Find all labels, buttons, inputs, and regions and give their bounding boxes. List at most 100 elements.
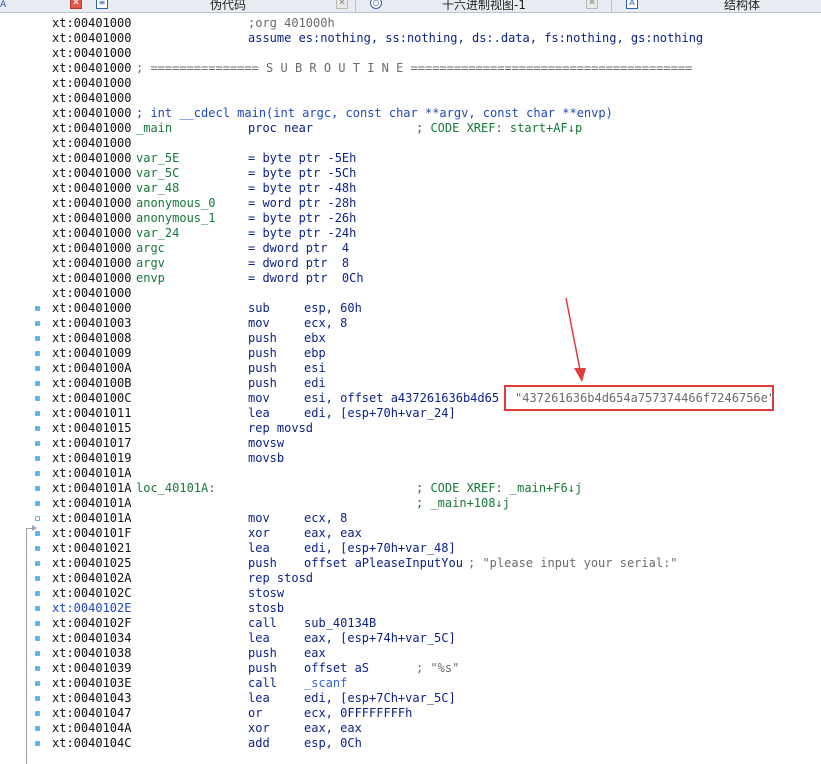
breakpoint-dot[interactable] [35,621,40,626]
breakpoint-dot[interactable] [35,441,40,446]
listing-line[interactable]: xt:00401000 envp = dword ptr 0Ch [52,271,821,286]
breakpoint-dot[interactable] [35,351,40,356]
breakpoint-dot[interactable] [35,501,40,506]
breakpoint-dot[interactable] [35,651,40,656]
listing-line[interactable]: xt:0040101F xor eax, eax [52,526,821,541]
breakpoint-dot[interactable] [35,456,40,461]
listing-line[interactable]: xt:00401000 [52,136,821,151]
breakpoint-dot[interactable] [35,381,40,386]
tab-structures[interactable]: A 结构体 [620,0,821,12]
breakpoint-dot[interactable] [35,606,40,611]
operand[interactable]: sub_40134B [304,616,376,631]
breakpoint-dot[interactable] [35,471,40,476]
listing-line[interactable]: xt:00401003 mov ecx, 8 [52,316,821,331]
breakpoint-dot[interactable] [35,696,40,701]
stack-var-name[interactable]: anonymous_0 [136,196,215,211]
breakpoint-dot[interactable] [35,531,40,536]
listing-line[interactable]: xt:0040104A xor eax, eax [52,721,821,736]
listing-line[interactable]: xt:00401000 var_24 = byte ptr -24h [52,226,821,241]
listing-line[interactable]: xt:00401017 movsw [52,436,821,451]
listing-line[interactable]: xt:00401021 lea edi, [esp+70h+var_48] [52,541,821,556]
listing-line[interactable]: xt:00401000 ;org 401000h [52,16,821,31]
listing-line[interactable]: xt:00401039 push offset aS ; "%s" [52,661,821,676]
operand[interactable]: esi, offset a437261636b4d65 [304,391,499,406]
listing-line[interactable]: xt:00401015 rep movsd [52,421,821,436]
breakpoint-dot[interactable] [35,726,40,731]
listing-line[interactable]: xt:00401000 [52,46,821,61]
stack-var-name[interactable]: var_5C [136,166,179,181]
listing-line[interactable]: xt:00401000 var_5E = byte ptr -5Eh [52,151,821,166]
listing-line[interactable]: xt:00401009 push ebp [52,346,821,361]
listing-line[interactable]: xt:00401000 argv = dword ptr 8 [52,256,821,271]
listing-line[interactable]: xt:00401000 _main proc near ; CODE XREF: st… [52,121,821,136]
listing-line[interactable]: xt:00401000 anonymous_1 = byte ptr -26h [52,211,821,226]
listing-line[interactable]: xt:00401000 var_5C = byte ptr -5Ch [52,166,821,181]
stack-var-name[interactable]: var_48 [136,181,179,196]
listing-line[interactable]: xt:00401000 sub esp, 60h [52,301,821,316]
listing-line[interactable]: xt:0040104C add esp, 0Ch [52,736,821,751]
function-label[interactable]: _main [136,121,172,136]
listing-line[interactable]: xt:00401000 ; int __cdecl main(int argc, … [52,106,821,121]
breakpoint-dot[interactable] [35,516,40,521]
listing-line[interactable]: xt:00401038 push eax [52,646,821,661]
breakpoint-dot[interactable] [35,576,40,581]
xref-comment[interactable]: ; _main+108↓j [416,496,510,511]
tab-hex-view[interactable]: ○ 十六进制视图-1 ✕ [364,0,612,12]
operand[interactable]: offset aPleaseInputYou [304,556,463,571]
listing-line[interactable]: xt:00401047 or ecx, 0FFFFFFFFh [52,706,821,721]
breakpoint-dot[interactable] [35,561,40,566]
stack-var-name[interactable]: argc [136,241,165,256]
listing-line[interactable]: xt:00401000 ; =============== S U B R O U… [52,61,821,76]
operand[interactable]: offset aS [304,661,369,676]
tab-pseudocode[interactable]: ≡ 伪代码 ✕ [90,0,356,12]
operand[interactable]: _scanf [304,676,347,691]
listing-line[interactable]: xt:00401000 var_48 = byte ptr -48h [52,181,821,196]
listing-line[interactable]: xt:0040102A rep stosd [52,571,821,586]
breakpoint-dot[interactable] [35,486,40,491]
breakpoint-dot[interactable] [35,636,40,641]
listing-line[interactable]: xt:00401008 push ebx [52,331,821,346]
breakpoint-dot[interactable] [35,741,40,746]
listing-line[interactable]: xt:0040102F call sub_40134B [52,616,821,631]
listing-line[interactable]: xt:00401000 argc = dword ptr 4 [52,241,821,256]
listing-line[interactable]: xt:00401043 lea edi, [esp+7Ch+var_5C] [52,691,821,706]
breakpoint-dot[interactable] [35,711,40,716]
stack-var-name[interactable]: argv [136,256,165,271]
listing-line[interactable]: xt:00401034 lea eax, [esp+74h+var_5C] [52,631,821,646]
listing-line[interactable]: xt:00401019 movsb [52,451,821,466]
stack-var-name[interactable]: var_24 [136,226,179,241]
xref-comment[interactable]: ; CODE XREF: _main+F6↓j [416,481,582,496]
breakpoint-dot[interactable] [35,426,40,431]
breakpoint-dot[interactable] [35,411,40,416]
breakpoint-dot[interactable] [35,666,40,671]
breakpoint-dot[interactable] [35,681,40,686]
listing-line[interactable]: xt:0040101A [52,466,821,481]
listing-line[interactable]: xt:00401000 [52,91,821,106]
listing-line[interactable]: xt:0040101A loc_40101A: ; CODE XREF: _main… [52,481,821,496]
listing-line[interactable]: xt:00401000 anonymous_0 = word ptr -28h [52,196,821,211]
listing-line[interactable]: xt:00401000 [52,76,821,91]
listing-line[interactable]: xt:00401000 [52,286,821,301]
close-icon[interactable]: ✕ [70,0,82,9]
listing-line[interactable]: xt:0040102C stosw [52,586,821,601]
listing-line[interactable]: xt:0040101A mov ecx, 8 [52,511,821,526]
breakpoint-dot[interactable] [35,336,40,341]
breakpoint-dot[interactable] [35,306,40,311]
listing-line[interactable]: xt:0040100A push esi [52,361,821,376]
breakpoint-dot[interactable] [35,366,40,371]
listing-line[interactable]: xt:0040103E call _scanf [52,676,821,691]
listing-line[interactable]: xt:00401025 push offset aPleaseInputYou ; "… [52,556,821,571]
breakpoint-dot[interactable] [35,546,40,551]
breakpoint-dot[interactable] [35,591,40,596]
listing-line[interactable]: xt:0040102E stosb [52,601,821,616]
stack-var-name[interactable]: envp [136,271,165,286]
stack-var-name[interactable]: var_5E [136,151,179,166]
stack-var-name[interactable]: anonymous_1 [136,211,215,226]
breakpoint-dot[interactable] [35,321,40,326]
disassembly-listing[interactable]: xt:00401000 ;org 401000h xt:00401000 assum… [52,16,821,751]
close-icon[interactable]: ✕ [586,0,598,9]
close-icon[interactable]: ✕ [336,0,348,9]
listing-line[interactable]: xt:00401000 assume es:nothing, ss:nothing… [52,31,821,46]
xref-comment[interactable]: ; CODE XREF: start+AF↓p [416,121,582,136]
breakpoint-dot[interactable] [35,396,40,401]
